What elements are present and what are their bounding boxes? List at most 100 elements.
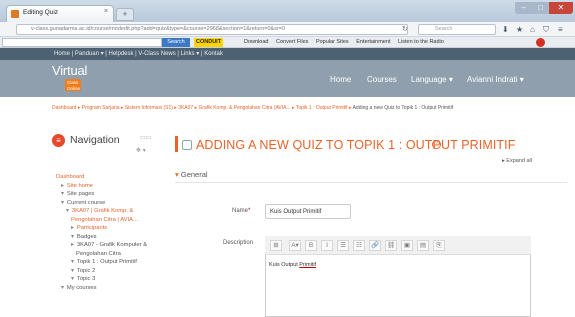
block-actions-icon[interactable]: ✥ ▾ <box>136 147 146 154</box>
logo-badge: Class Online <box>65 79 81 91</box>
conduit-logo[interactable]: CONDUIT <box>194 38 224 47</box>
download-icon[interactable]: ⬇ <box>502 25 509 34</box>
nav-bullet-icon: ▾ <box>61 199 64 206</box>
title-accent-bar <box>175 136 178 152</box>
nav-item-topic-3[interactable]: ▾ Topic 3 <box>71 276 95 282</box>
nav-bullet-icon: ▾ <box>71 233 74 240</box>
nav-item-course-name[interactable]: ▾ 3KA07 | Grafik Komp. & <box>66 208 133 214</box>
editor-image-button[interactable]: ▣ <box>401 240 413 251</box>
toolbar-link-convert[interactable]: Convert Files <box>276 39 308 45</box>
nav-item-topik-1[interactable]: ▾ Topik 1 : Output Primitif <box>71 259 137 265</box>
editor-manage-files-button[interactable]: ⎘ <box>433 240 445 251</box>
tab-title: Editing Quiz <box>23 9 59 16</box>
name-input[interactable]: Kuis Output Primitif <box>265 204 351 219</box>
nav-bullet-icon: ▸ <box>71 225 74 231</box>
minimize-button[interactable]: – <box>515 2 532 14</box>
toolbar-link-entertainment[interactable]: Entertainment <box>356 39 390 45</box>
new-tab-button[interactable]: + <box>116 8 134 21</box>
menu-home[interactable]: Home <box>330 75 351 84</box>
menu-user[interactable]: Avianni Indrati ▾ <box>467 75 524 84</box>
toolbar-link-popular[interactable]: Popular Sites <box>316 39 349 45</box>
nav-bullet-icon: ▸ <box>71 242 74 248</box>
editor-link-button[interactable]: 🔗 <box>369 240 381 251</box>
editor-unlink-button[interactable]: ⛓ <box>385 240 397 251</box>
nav-item-label: Badges <box>76 233 97 240</box>
bookmark-star-icon[interactable]: ★ <box>516 25 523 34</box>
reload-icon[interactable]: ↻ <box>402 25 408 33</box>
nav-item-label: Pengolahan Citra <box>76 250 121 257</box>
editor-toolbar-toggle-button[interactable]: ⊞ <box>270 240 282 251</box>
description-label: Description <box>223 240 254 246</box>
nav-bullet-icon: ▾ <box>61 284 64 291</box>
editor-font-style-button[interactable]: A▾ <box>289 240 301 251</box>
toolbar-search-button[interactable]: Search <box>162 38 190 47</box>
divider <box>175 182 567 183</box>
nav-bullet-icon: ▾ <box>71 276 74 282</box>
nav-item-site-pages[interactable]: ▾ Site pages <box>61 191 94 197</box>
nav-item-current-course[interactable]: ▾ Current course <box>61 200 105 206</box>
help-icon[interactable]: ? <box>432 140 441 149</box>
site-top-links[interactable]: Home | Panduan ▾ | Helpdesk | V-Class Ne… <box>0 48 575 60</box>
address-bar-text: v-class.gunadarma.ac.id/course/modedit.p… <box>31 26 286 32</box>
quiz-icon <box>182 140 192 150</box>
name-label: Name* <box>232 208 251 214</box>
nav-item-course-name-cont[interactable]: Pengolahan Citra | AVIA... <box>71 217 138 223</box>
navigation-title: Navigation <box>70 134 120 146</box>
nav-bullet-icon: ▾ <box>61 191 64 197</box>
nav-item-dashboard[interactable]: Dashboard <box>56 174 84 180</box>
nav-item-label: Participants <box>76 225 108 231</box>
nav-item-topic-2[interactable]: ▾ Topic 2 <box>71 268 95 274</box>
close-tab-icon[interactable]: × <box>104 8 108 15</box>
nav-bullet-icon: ▾ <box>71 259 74 265</box>
maximize-button[interactable]: □ <box>532 2 549 14</box>
editor-unordered-list-button[interactable]: ☰ <box>337 240 349 251</box>
nav-item-course-section[interactable]: ▸ 3KA07 - Grafik Komputer & <box>71 242 147 248</box>
nav-bullet-icon: ▸ <box>61 182 64 189</box>
moodle-favicon-icon <box>11 10 19 18</box>
nav-item-course-section-cont[interactable]: Pengolahan Citra <box>76 251 121 257</box>
toolbar-links: Download Convert Files Popular Sites Ent… <box>244 38 450 47</box>
expand-all-link[interactable]: ▸ Expand all <box>502 158 532 164</box>
editor-content[interactable]: Kuis Output Primitif <box>269 262 316 268</box>
nav-item-label: 3KA07 - Grafik Komputer & <box>76 242 148 248</box>
nav-bullet-icon: ▾ <box>66 208 69 214</box>
nav-item-label: Topic 3 <box>76 276 96 282</box>
site-logo[interactable]: Virtual Class Online <box>52 63 87 91</box>
editor-ordered-list-button[interactable]: ☷ <box>353 240 365 251</box>
nav-item-label: My courses <box>66 284 97 291</box>
menu-language[interactable]: Language ▾ <box>411 75 453 84</box>
section-general-toggle[interactable]: ▾ General <box>175 170 208 179</box>
nav-item-label: 3KA07 | Grafik Komp. & <box>71 208 134 214</box>
nav-item-label: Dashboard <box>56 174 85 180</box>
nav-item-label: Pengolahan Citra | AVIA... <box>71 216 138 223</box>
home-icon[interactable]: ⌂ <box>530 25 535 34</box>
address-bar[interactable]: ◀ v-class.gunadarma.ac.id/course/modedit… <box>16 24 408 35</box>
editor-italic-button[interactable]: I <box>321 240 333 251</box>
nav-item-my-courses[interactable]: ▾ My courses <box>61 285 97 291</box>
nav-item-label: Topik 1 : Output Primitif <box>76 259 137 265</box>
editor-bold-button[interactable]: B <box>305 240 317 251</box>
nav-item-badges[interactable]: ▾ Badges <box>71 234 97 240</box>
nav-item-label: Site pages <box>66 191 95 197</box>
shield-icon[interactable]: ⛉ <box>543 25 549 35</box>
nav-bullet-icon: ▾ <box>71 267 74 274</box>
toolbar-link-radio[interactable]: Listen to the Radio <box>398 39 444 45</box>
toolbar-addon-icon[interactable] <box>536 38 545 47</box>
toolbar-search-input[interactable] <box>2 38 162 47</box>
browser-tab[interactable]: Editing Quiz × <box>6 5 114 22</box>
compass-icon: ≡ <box>52 134 65 147</box>
dock-block-icon[interactable]: ▭▭ <box>140 134 151 141</box>
close-window-button[interactable]: ✕ <box>549 2 573 14</box>
nav-item-label: Site home <box>66 182 94 189</box>
nav-item-label: Topic 2 <box>76 267 96 274</box>
toolbar-link-download[interactable]: Download <box>244 39 268 45</box>
menu-icon[interactable]: ≡ <box>558 25 563 34</box>
breadcrumb-current: Adding a new Quiz to Topik 1 : Output Pr… <box>352 105 454 111</box>
editor-media-button[interactable]: ▤ <box>417 240 429 251</box>
nav-item-participants[interactable]: ▸ Participants <box>71 225 107 231</box>
menu-courses[interactable]: Courses <box>367 75 397 84</box>
browser-search-input[interactable]: Search <box>418 24 496 35</box>
breadcrumb[interactable]: Dashboard ▸ Program Sarjana ▸ Sistem Inf… <box>52 105 453 111</box>
nav-item-site-home[interactable]: ▸ Site home <box>61 183 93 189</box>
page-title: ADDING A NEW QUIZ TO TOPIK 1 : OUTPUT PR… <box>196 138 516 152</box>
